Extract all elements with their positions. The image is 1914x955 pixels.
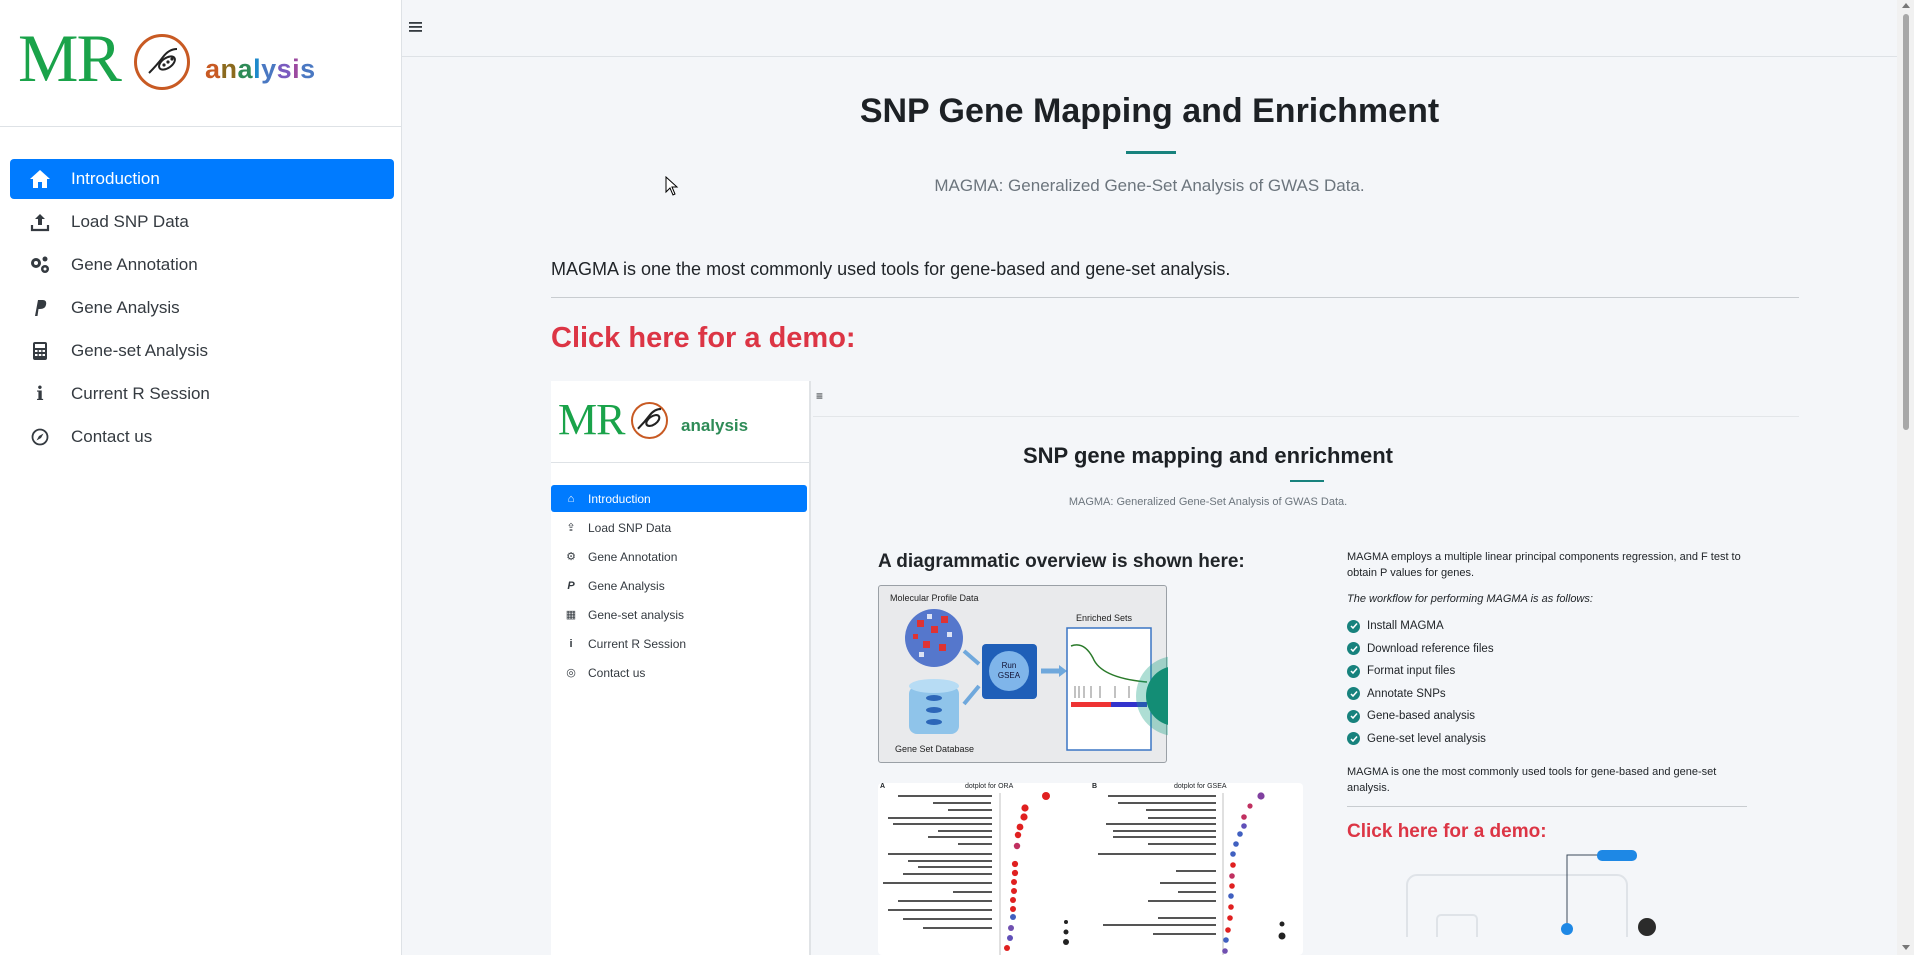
intro-text: MAGMA is one the most commonly used tool… — [551, 259, 1231, 279]
preview-dotplots: A dotplot for ORA B dotplot for GSEA — [878, 783, 1303, 955]
list-item: Gene-set level analysis — [1347, 728, 1747, 751]
paypal-icon — [28, 298, 52, 318]
preview-subtitle: MAGMA: Generalized Gene-Set Analysis of … — [1068, 496, 1348, 508]
divider — [551, 297, 1799, 298]
compass-icon: ◎ — [566, 667, 576, 679]
sidebar-item-contact-us[interactable]: Contact us — [10, 417, 394, 457]
diagram-graphic: Run GSEA — [905, 609, 1168, 751]
page-title: SNP Gene Mapping and Enrichment — [859, 92, 1440, 130]
sidebar-item-label: Gene Analysis — [71, 298, 180, 317]
preview-title-underline — [1290, 480, 1324, 482]
preview-item-load-snp-data: ⇪ Load SNP Data — [551, 514, 807, 541]
calculator-icon — [28, 341, 52, 361]
sidebar: MR analysis Introduction Load SNP Data G… — [0, 0, 402, 955]
scrollbar-thumb[interactable] — [1903, 14, 1909, 430]
preview-logo-emblem-icon — [631, 402, 668, 439]
check-circle-icon — [1347, 619, 1360, 633]
list-item: Gene-based analysis — [1347, 705, 1747, 728]
sidebar-item-introduction[interactable]: Introduction — [10, 159, 394, 199]
preview-sidebar: MR analysis ⌂ Introduction ⇪ Load SNP Data… — [551, 381, 811, 955]
home-icon: ⌂ — [567, 492, 575, 505]
upload-icon: ⇪ — [566, 522, 576, 534]
hamburger-icon[interactable] — [408, 18, 424, 39]
upload-icon — [28, 212, 52, 232]
top-navbar — [402, 0, 1897, 57]
check-circle-icon — [1347, 687, 1360, 701]
mouse-cursor-icon — [665, 175, 679, 201]
sidebar-item-current-r-session[interactable]: i Current R Session — [10, 374, 394, 414]
preview-item-introduction: ⌂ Introduction — [551, 485, 807, 512]
compass-icon — [28, 427, 52, 447]
sidebar-item-label: Load SNP Data — [71, 212, 189, 231]
preview-item-gene-analysis: P Gene Analysis — [551, 572, 807, 599]
sidebar-item-label: Current R Session — [71, 384, 210, 403]
demo-preview-image[interactable]: MR analysis ⌂ Introduction ⇪ Load SNP Data… — [551, 381, 1799, 955]
sidebar-item-gene-set-analysis[interactable]: Gene-set Analysis — [10, 331, 394, 371]
preview-item-contact-us: ◎ Contact us — [551, 659, 807, 686]
gears-icon — [28, 255, 52, 275]
sidebar-item-label: Gene Annotation — [71, 255, 198, 274]
check-circle-icon — [1347, 709, 1360, 723]
demo-illustration — [1406, 850, 1656, 955]
list-item: Format input files — [1347, 660, 1747, 683]
logo-mr-text: MR — [18, 20, 122, 96]
logo-emblem-icon — [134, 34, 190, 90]
preview-logo-mr: MR — [558, 395, 625, 444]
sidebar-item-gene-analysis[interactable]: Gene Analysis — [10, 288, 394, 328]
scroll-up-icon[interactable] — [1902, 3, 1910, 8]
preview-right-intro: MAGMA employs a multiple linear principa… — [1347, 551, 1741, 579]
sidebar-item-gene-annotation[interactable]: Gene Annotation — [10, 245, 394, 285]
svg-text:GSEA: GSEA — [998, 671, 1021, 680]
info-icon: i — [569, 637, 573, 650]
logo-analysis-text: analysis — [205, 54, 316, 84]
preview-divider — [1347, 806, 1747, 807]
dotplot-graphic — [883, 792, 1286, 955]
preview-item-gene-set-analysis: ▦ Gene-set analysis — [565, 607, 685, 622]
preview-diagram-heading: A diagrammatic overview is shown here: — [878, 551, 1245, 572]
sidebar-item-label: Introduction — [71, 169, 160, 188]
preview-title: SNP gene mapping and enrichment — [1023, 443, 1393, 468]
preview-hamburger-icon: ≡ — [816, 389, 824, 403]
check-circle-icon — [1347, 642, 1360, 656]
preview-item-current-r-session: i Current R Session — [551, 630, 807, 657]
sidebar-item-label: Contact us — [71, 427, 153, 446]
preview-right-outro: MAGMA is one the most commonly used tool… — [1347, 766, 1717, 794]
list-item: Download reference files — [1347, 638, 1747, 661]
preview-workflow-list: Install MAGMA Download reference files F… — [1347, 615, 1747, 750]
preview-workflow-label: The workflow for performing MAGMA is as … — [1347, 593, 1593, 605]
preview-demo-heading: Click here for a demo: — [1347, 821, 1547, 842]
preview-diagram: Molecular Profile Data Enriched Sets Gen… — [878, 585, 1168, 763]
list-item: Annotate SNPs — [1347, 683, 1747, 706]
title-underline — [1126, 151, 1176, 154]
check-circle-icon — [1347, 664, 1360, 678]
page-subtitle: MAGMA: Generalized Gene-Set Analysis of … — [934, 176, 1365, 195]
info-icon: i — [36, 383, 44, 405]
calculator-icon: ▦ — [565, 609, 577, 621]
gears-icon: ⚙ — [566, 551, 576, 563]
sidebar-item-load-snp-data[interactable]: Load SNP Data — [10, 202, 394, 242]
demo-link[interactable]: Click here for a demo: — [551, 322, 856, 355]
brand-logo[interactable]: MR analysis — [0, 0, 401, 127]
preview-logo-analysis: analysis — [681, 416, 749, 435]
check-circle-icon — [1347, 732, 1360, 746]
home-icon — [28, 169, 52, 189]
sidebar-nav: Introduction Load SNP Data Gene Annotati… — [10, 159, 394, 460]
scroll-down-icon[interactable] — [1902, 945, 1910, 950]
list-item: Install MAGMA — [1347, 615, 1747, 638]
preview-item-gene-annotation: ⚙ Gene Annotation — [551, 543, 807, 570]
preview-nav: ⌂ Introduction ⇪ Load SNP Data ⚙ Gene Annot… — [551, 485, 807, 688]
preview-brand-logo: MR analysis — [551, 381, 809, 463]
paypal-icon: P — [567, 579, 575, 592]
sidebar-item-label: Gene-set Analysis — [71, 341, 209, 360]
preview-topbar — [813, 381, 1799, 417]
preview-right-column: MAGMA employs a multiple linear principa… — [1347, 549, 1747, 955]
svg-text:Run: Run — [1002, 661, 1017, 670]
